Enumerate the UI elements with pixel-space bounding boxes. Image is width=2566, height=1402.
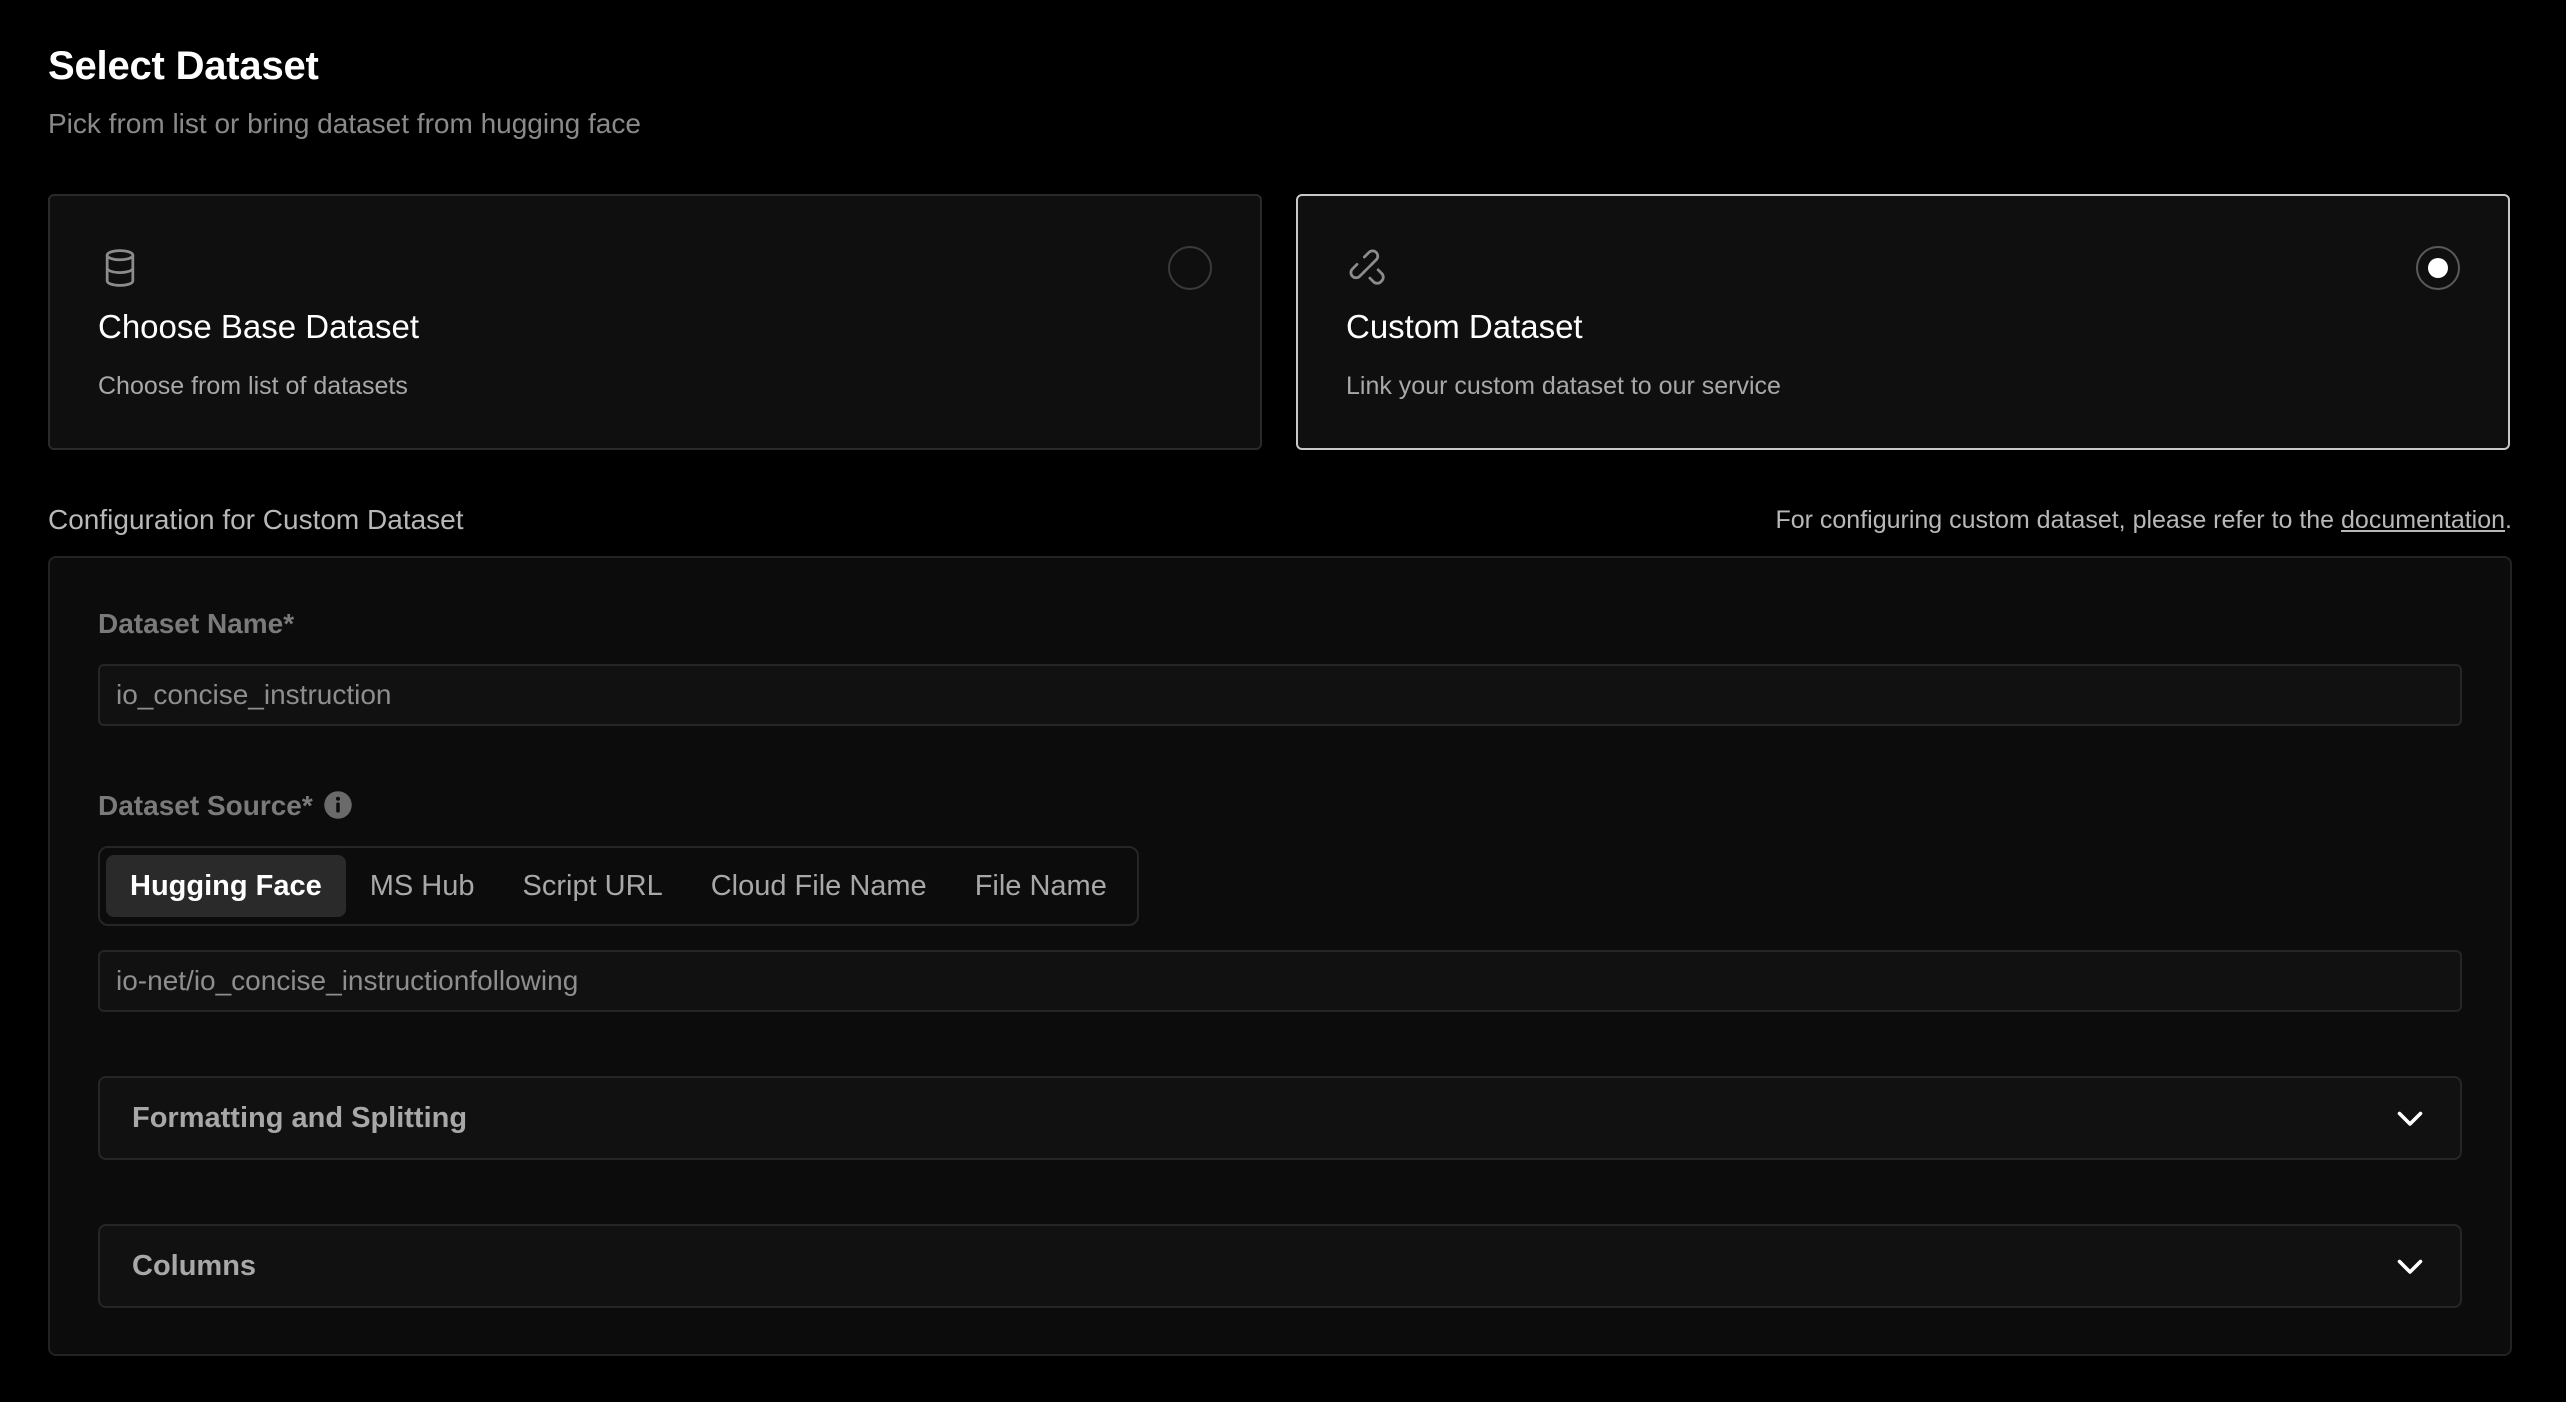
- dataset-source-tabs: Hugging Face MS Hub Script URL Cloud Fil…: [98, 846, 1139, 926]
- documentation-note-suffix: .: [2505, 506, 2512, 534]
- documentation-link[interactable]: documentation: [2341, 506, 2505, 534]
- custom-dataset-description: Link your custom dataset to our service: [1346, 372, 1781, 401]
- documentation-note-prefix: For configuring custom dataset, please r…: [1775, 506, 2341, 534]
- choose-base-dataset-title: Choose Base Dataset: [98, 308, 419, 346]
- chevron-down-icon: [2392, 1248, 2428, 1284]
- dataset-source-label: Dataset Source*: [98, 790, 313, 821]
- dataset-name-input[interactable]: [98, 664, 2462, 726]
- documentation-note: For configuring custom dataset, please r…: [1775, 506, 2512, 535]
- custom-dataset-card[interactable]: Custom Dataset Link your custom dataset …: [1296, 194, 2510, 450]
- tab-file-name[interactable]: File Name: [951, 855, 1131, 917]
- tab-cloud-file-name[interactable]: Cloud File Name: [687, 855, 951, 917]
- custom-dataset-title: Custom Dataset: [1346, 308, 1583, 346]
- page-subtitle: Pick from list or bring dataset from hug…: [48, 108, 641, 140]
- columns-accordion[interactable]: Columns: [98, 1224, 2462, 1308]
- chevron-down-icon: [2392, 1100, 2428, 1136]
- formatting-and-splitting-accordion[interactable]: Formatting and Splitting: [98, 1076, 2462, 1160]
- choose-base-dataset-radio[interactable]: [1168, 246, 1212, 290]
- formatting-and-splitting-label: Formatting and Splitting: [132, 1078, 467, 1158]
- link-icon: [1346, 246, 1390, 290]
- tab-ms-hub[interactable]: MS Hub: [346, 855, 499, 917]
- choose-base-dataset-card[interactable]: Choose Base Dataset Choose from list of …: [48, 194, 1262, 450]
- tab-hugging-face[interactable]: Hugging Face: [106, 855, 346, 917]
- info-icon[interactable]: [323, 790, 353, 820]
- dataset-source-input[interactable]: [98, 950, 2462, 1012]
- page-title: Select Dataset: [48, 44, 319, 89]
- custom-dataset-radio[interactable]: [2416, 246, 2460, 290]
- dataset-name-label: Dataset Name*: [98, 608, 294, 640]
- config-section-label: Configuration for Custom Dataset: [48, 504, 464, 536]
- config-panel: Dataset Name* Dataset Source* Hugging Fa…: [48, 556, 2512, 1356]
- tab-script-url[interactable]: Script URL: [499, 855, 687, 917]
- dataset-source-label-row: Dataset Source*: [98, 790, 353, 822]
- choose-base-dataset-description: Choose from list of datasets: [98, 372, 408, 401]
- columns-label: Columns: [132, 1226, 256, 1306]
- database-icon: [98, 246, 142, 290]
